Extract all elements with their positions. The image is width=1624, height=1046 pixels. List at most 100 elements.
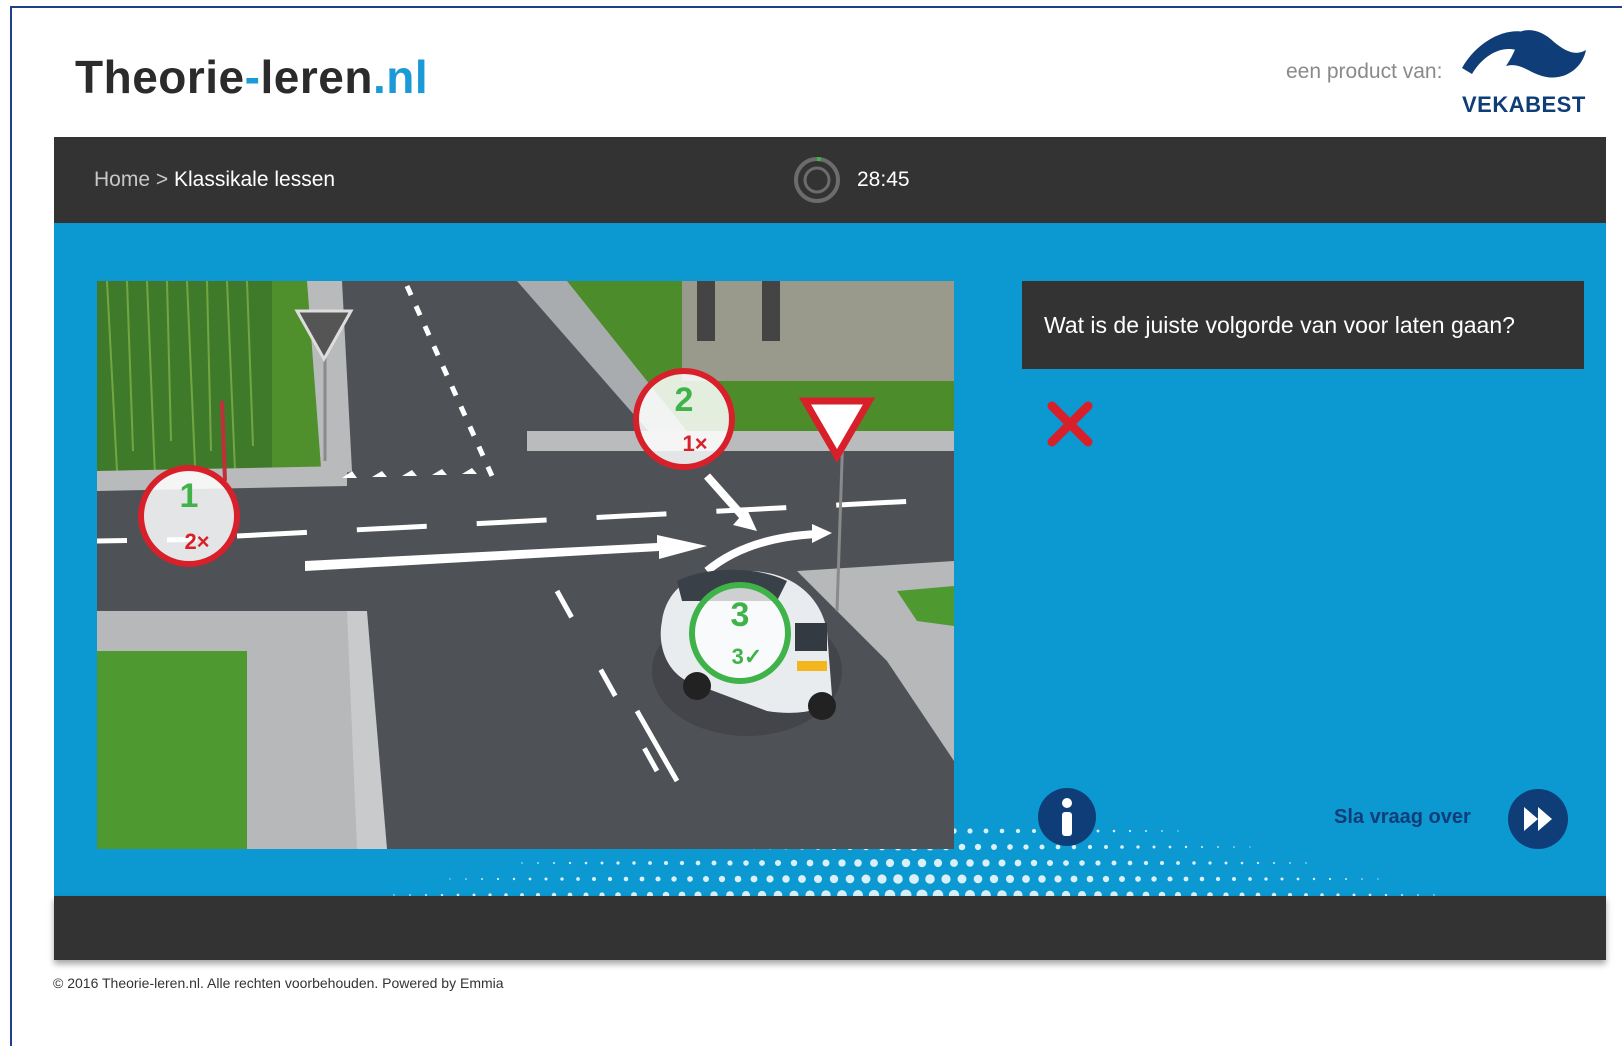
marker-2-answer: 1×: [682, 431, 707, 456]
decoration-dot: [1249, 846, 1251, 848]
decoration-dot: [1159, 860, 1165, 866]
decoration-dot: [999, 828, 1005, 834]
decoration-dot: [1096, 829, 1100, 833]
decoration-dot: [982, 859, 990, 867]
breadcrumb-separator: >: [150, 168, 174, 191]
decoration-dot: [1264, 877, 1268, 881]
marker-3-answer: 3✓: [732, 644, 763, 669]
decoration-dot: [671, 876, 677, 882]
marker-1-number: 1: [180, 477, 199, 515]
decoration-dot: [1111, 860, 1117, 866]
decoration-dot: [743, 860, 749, 866]
decoration-dot: [1030, 859, 1038, 867]
decoration-dot: [655, 876, 661, 882]
decoration-dot: [989, 874, 999, 884]
decoration-dot: [1007, 844, 1013, 850]
decoration-dot: [1022, 875, 1030, 883]
decoration-dot: [1177, 830, 1179, 832]
decoration-dot: [1054, 875, 1062, 883]
marker-1-answer: 2×: [184, 529, 209, 554]
decoration-dot: [1119, 876, 1125, 882]
logo-text-leren: leren: [260, 51, 373, 103]
decoration-dot: [1192, 861, 1196, 865]
marker-3-number: 3: [731, 596, 750, 634]
decoration-dot: [1015, 828, 1021, 834]
decoration-dot: [727, 860, 733, 866]
decoration-dot: [1328, 877, 1332, 881]
vekabest-swoosh-icon: [1462, 30, 1586, 78]
decoration-dot: [449, 878, 451, 880]
decoration-dot: [991, 844, 997, 850]
decoration-dot: [901, 858, 911, 868]
info-icon: [1062, 798, 1072, 836]
decoration-dot: [1063, 860, 1069, 866]
decoration-dot: [1145, 830, 1147, 832]
decoration-dot: [592, 877, 596, 881]
decoration-dot: [1143, 860, 1149, 866]
vekabest-logo[interactable]: VEKABEST: [1458, 26, 1588, 118]
site-logo[interactable]: Theorie-leren.nl: [75, 50, 428, 104]
decoration-dot: [941, 874, 951, 884]
decoration-dot: [1086, 875, 1094, 883]
decoration-dot: [861, 874, 871, 884]
skip-question-label[interactable]: Sla vraag over: [1334, 806, 1471, 829]
decoration-dot: [1215, 876, 1221, 882]
decoration-dot: [1377, 878, 1379, 880]
decoration-dot: [1151, 876, 1157, 882]
decoration-dot: [917, 858, 927, 868]
decoration-dot: [1135, 876, 1141, 882]
skip-question-button[interactable]: [1508, 789, 1568, 849]
decoration-dot: [616, 861, 620, 865]
logo-dash: -: [244, 51, 261, 103]
product-of-label: een product van:: [1286, 60, 1443, 83]
wrong-cross-icon: [1047, 401, 1093, 447]
decoration-dot: [496, 877, 500, 881]
decoration-dot: [1168, 845, 1172, 849]
decoration-dot: [1079, 860, 1085, 866]
decoration-dot: [774, 859, 782, 867]
decoration-dot: [711, 860, 717, 866]
decoration-dot: [695, 860, 701, 866]
decoration-dot: [1280, 877, 1284, 881]
decoration-dot: [974, 843, 982, 851]
decoration-dot: [1120, 845, 1124, 849]
decoration-dot: [1161, 830, 1163, 832]
info-button[interactable]: [1038, 788, 1096, 846]
decoration-dot: [560, 877, 564, 881]
logo-text-theorie: Theorie: [75, 51, 245, 103]
decoration-dot: [973, 874, 983, 884]
breadcrumb: Home > Klassikale lessen: [94, 168, 335, 192]
decoration-dot: [553, 862, 555, 864]
vekabest-logo-text: VEKABEST: [1462, 92, 1586, 117]
decoration-dot: [576, 877, 580, 881]
decoration-dot: [813, 874, 823, 884]
decoration-dot: [465, 878, 467, 880]
scene-marker-2: 2 1×: [633, 368, 735, 470]
traffic-scene-image: 1 2× 2 1× 3 3✓: [97, 281, 954, 849]
breadcrumb-current: Klassikale lessen: [173, 168, 336, 191]
decoration-dot: [687, 876, 693, 882]
timer-icon: [794, 157, 840, 203]
decoration-dot: [933, 858, 943, 868]
decoration-dot: [1224, 861, 1228, 865]
decoration-dot: [632, 861, 636, 865]
timer-readout: 28:45: [857, 168, 910, 191]
decoration-dot: [1289, 862, 1291, 864]
decoration-dot: [1032, 829, 1036, 833]
decoration-dot: [1046, 859, 1054, 867]
fast-forward-icon: [1524, 807, 1552, 831]
decoration-dot: [623, 876, 629, 882]
decoration-dot: [958, 843, 966, 851]
decoration-dot: [1240, 861, 1244, 865]
decoration-dot: [1232, 877, 1236, 881]
decoration-dot: [607, 876, 613, 882]
decoration-dot: [600, 861, 604, 865]
breadcrumb-home-link[interactable]: Home: [94, 168, 150, 191]
decoration-dot: [759, 860, 765, 866]
decoration-dot: [1136, 845, 1140, 849]
decoration-dot: [584, 861, 588, 865]
marker-2-number: 2: [675, 381, 694, 419]
decoration-dot: [734, 875, 742, 883]
decoration-dot: [537, 862, 539, 864]
decoration-dot: [1104, 845, 1108, 849]
